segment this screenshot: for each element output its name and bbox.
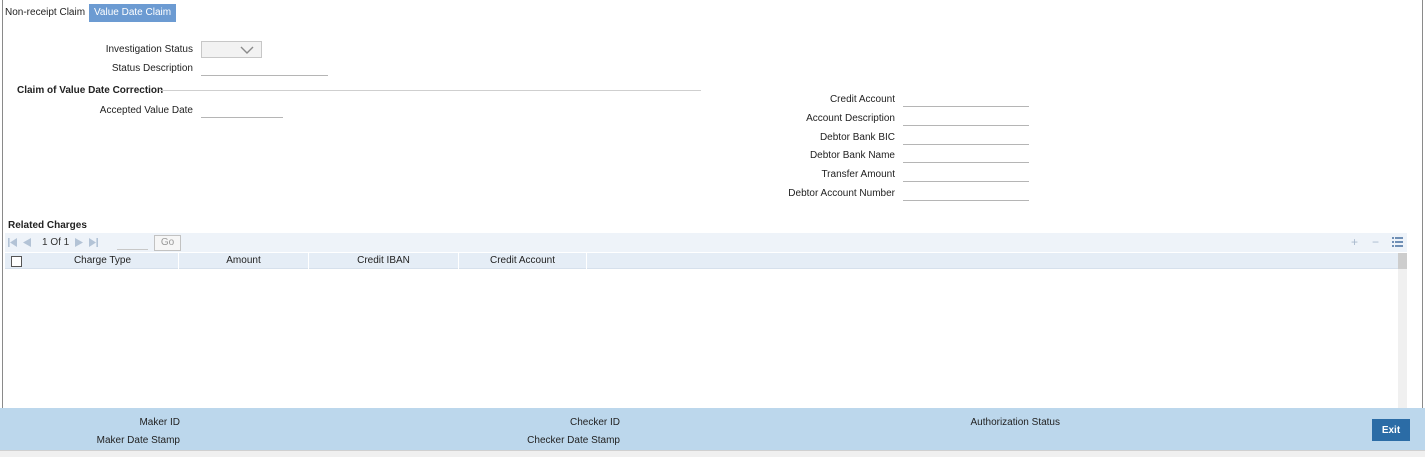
credit-account-label: Credit Account (829, 94, 895, 105)
debtor-account-number-input[interactable] (903, 187, 1029, 201)
last-page-icon[interactable] (89, 238, 98, 247)
grid-scrollbar[interactable] (1398, 253, 1407, 408)
minus-icon[interactable]: − (1372, 236, 1379, 248)
scrollbar-thumb[interactable] (1398, 253, 1407, 269)
status-description-input[interactable] (201, 62, 328, 76)
exit-button[interactable]: Exit (1372, 419, 1410, 441)
tab-non-receipt-claim[interactable]: Non-receipt Claim (1, 4, 89, 22)
debtor-account-number-label: Debtor Account Number (788, 188, 895, 199)
left-border (2, 0, 3, 408)
prev-page-icon[interactable] (23, 238, 31, 247)
bottom-strip (0, 450, 1425, 457)
related-charges-title: Related Charges (8, 220, 87, 231)
maker-date-stamp-label: Maker Date Stamp (96, 435, 180, 446)
column-credit-account[interactable]: Credit Account (459, 253, 587, 269)
account-description-label: Account Description (806, 113, 895, 124)
column-charge-type[interactable]: Charge Type (27, 253, 179, 269)
audit-footer (0, 408, 1425, 450)
checker-date-stamp-label: Checker Date Stamp (527, 435, 620, 446)
select-all-checkbox[interactable] (11, 256, 22, 267)
checker-id-label: Checker ID (569, 417, 620, 428)
go-button[interactable]: Go (154, 235, 181, 251)
investigation-status-label: Investigation Status (105, 44, 193, 55)
status-description-label: Status Description (111, 63, 193, 74)
debtor-bank-bic-label: Debtor Bank BIC (819, 132, 895, 143)
column-amount[interactable]: Amount (179, 253, 309, 269)
maker-id-label: Maker ID (139, 417, 180, 428)
plus-icon[interactable]: + (1351, 236, 1358, 248)
chevron-down-icon (240, 46, 254, 54)
investigation-status-select[interactable] (201, 41, 262, 58)
charges-grid-header: Charge Type Amount Credit IBAN Credit Ac… (5, 253, 1398, 269)
debtor-bank-name-input[interactable] (903, 149, 1029, 163)
page-number-input[interactable] (117, 236, 148, 250)
accepted-value-date-input[interactable] (201, 104, 283, 118)
transfer-amount-input[interactable] (903, 168, 1029, 182)
account-description-input[interactable] (903, 112, 1029, 126)
debtor-bank-bic-input[interactable] (903, 131, 1029, 145)
right-border (1422, 0, 1423, 408)
page-indicator: 1 Of 1 (42, 237, 70, 248)
tab-value-date-claim[interactable]: Value Date Claim (89, 4, 177, 22)
first-page-icon[interactable] (8, 238, 17, 247)
accepted-value-date-label: Accepted Value Date (99, 105, 193, 116)
section-divider (160, 90, 701, 91)
column-credit-iban[interactable]: Credit IBAN (309, 253, 459, 269)
claim-section-title: Claim of Value Date Correction (17, 85, 164, 96)
credit-account-input[interactable] (903, 93, 1029, 107)
value-date-claim-screen: Non-receipt Claim Value Date Claim Inves… (0, 0, 1425, 457)
authorization-status-label: Authorization Status (970, 417, 1061, 428)
transfer-amount-label: Transfer Amount (821, 169, 895, 180)
next-page-icon[interactable] (75, 238, 83, 247)
debtor-bank-name-label: Debtor Bank Name (809, 150, 895, 161)
grid-toolbar: 1 Of 1 Go + − (5, 233, 1407, 252)
list-view-icon[interactable] (1392, 237, 1403, 247)
